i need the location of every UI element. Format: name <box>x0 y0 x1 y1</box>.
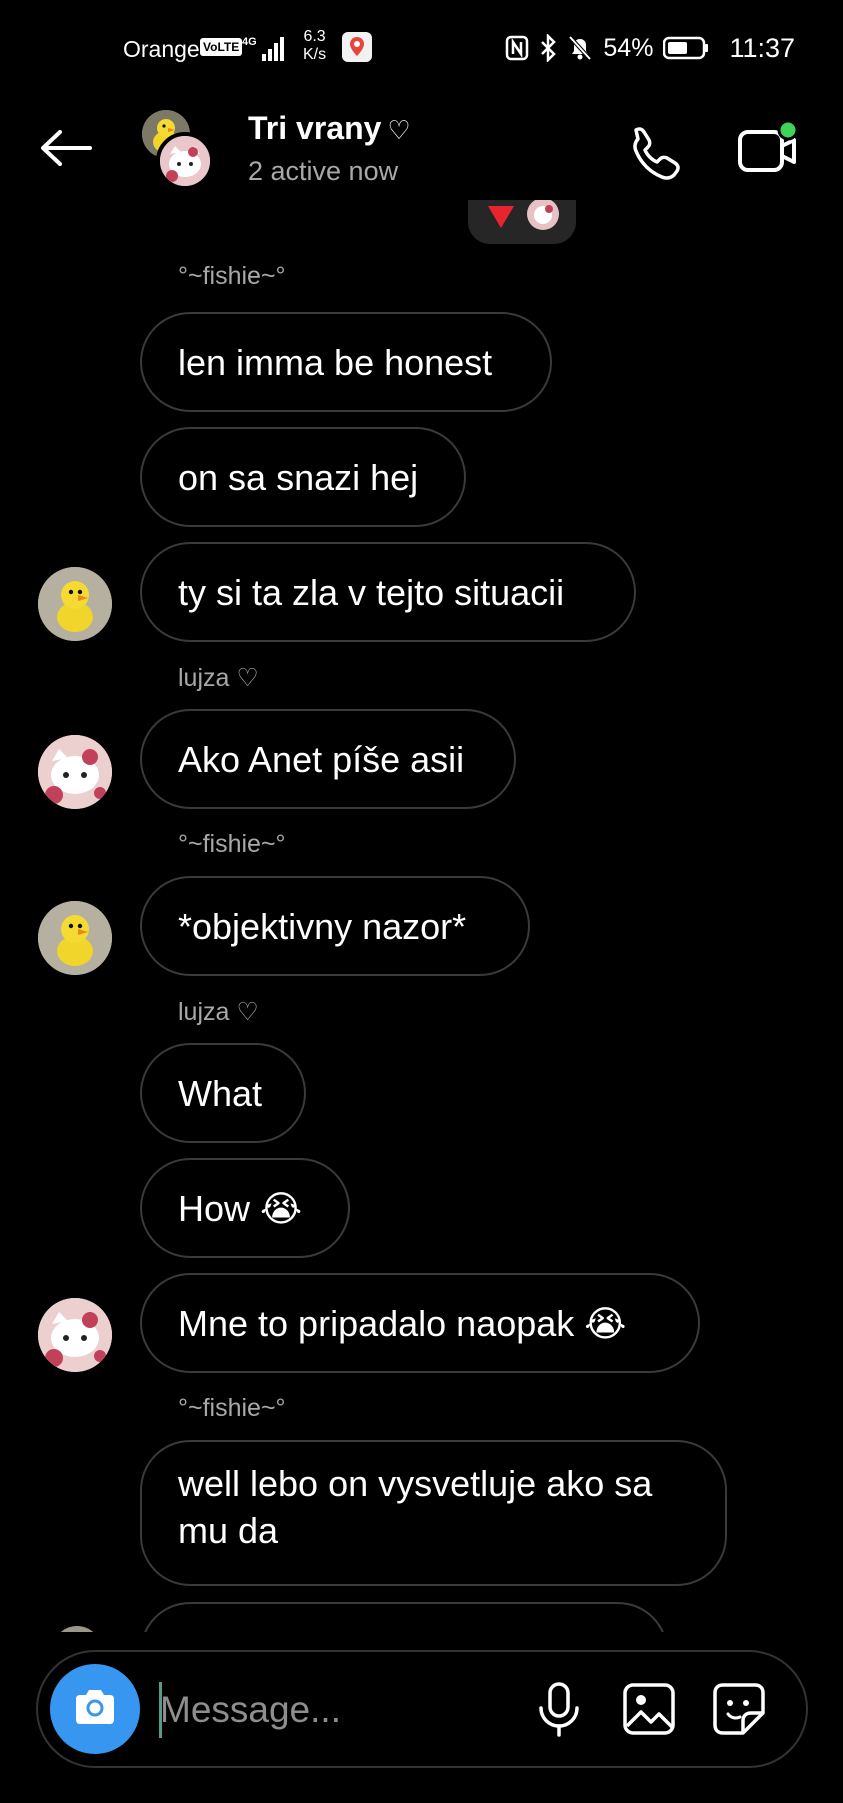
message-text: len imma be honest <box>178 341 493 383</box>
message-bubble[interactable]: len imma be honest <box>140 312 552 412</box>
message-bubble[interactable]: What <box>140 1043 306 1143</box>
message-list-clip <box>0 1598 843 1632</box>
battery-percent: 54% <box>603 33 654 62</box>
message-text: on sa snazi hej <box>178 456 419 498</box>
chat-title[interactable]: Tri vrany ♡ <box>248 110 411 147</box>
battery-icon <box>663 36 709 60</box>
status-right-group: 54% 11:37 <box>505 30 795 66</box>
image-icon <box>616 1683 682 1746</box>
active-status: 2 active now <box>248 156 399 186</box>
speed-unit: K/s <box>303 46 327 63</box>
sender-name: °~fishie~° <box>178 262 286 290</box>
camera-button[interactable] <box>50 1664 140 1754</box>
clock: 11:37 <box>729 32 795 63</box>
heart-icon: ♡ <box>387 115 411 145</box>
sticker-button[interactable] <box>706 1676 772 1742</box>
sender-name: lujza ♡ <box>178 664 259 692</box>
video-call-button[interactable] <box>736 118 802 184</box>
chat-screen: Orange VoLTE 4G 6.3 K/s 54% 11:37 Tri vr… <box>0 0 843 1803</box>
svg-text:4G: 4G <box>242 36 257 48</box>
sender-avatar-duck[interactable] <box>38 567 112 641</box>
message-bubble[interactable]: Mne to pripadalo naopak 😭 <box>140 1273 700 1373</box>
volte-badge: VoLTE <box>200 38 243 56</box>
message-bubble[interactable]: ty si ta zla v tejto situacii <box>140 542 636 642</box>
message-bubble[interactable]: on sa snazi hej <box>140 427 466 527</box>
message-composer <box>36 1650 808 1768</box>
speed-value: 6.3 <box>303 28 326 45</box>
voice-call-button[interactable] <box>622 122 684 184</box>
bluetooth-icon <box>539 34 557 62</box>
voice-message-button[interactable] <box>526 1676 592 1742</box>
message-text: Mne to pripadalo naopak 😭 <box>178 1302 627 1344</box>
reaction-pill[interactable] <box>468 198 576 244</box>
message-text: well lebo on vysvetluje ako sa mu da <box>178 1460 652 1554</box>
back-button[interactable] <box>36 120 96 180</box>
camera-icon <box>72 1687 118 1732</box>
sticker-icon <box>706 1683 772 1746</box>
partial-avatar <box>52 1626 102 1632</box>
signal-icon: 4G <box>242 34 288 62</box>
nfc-icon <box>505 35 529 61</box>
message-bubble[interactable]: Ako Anet píše asii <box>140 709 516 809</box>
sender-name: °~fishie~° <box>178 1394 286 1422</box>
sender-avatar-kitty[interactable] <box>38 1298 112 1372</box>
arrow-left-icon <box>38 128 94 173</box>
group-avatar[interactable] <box>138 110 216 190</box>
sender-name: lujza ♡ <box>178 998 259 1026</box>
message-text: *objektivny nazor* <box>178 905 467 947</box>
message-text-line: well lebo on vysvetluje ako sa <box>178 1463 653 1504</box>
message-text: What <box>178 1072 263 1114</box>
status-bar: Orange VoLTE 4G 6.3 K/s 54% 11:37 <box>0 0 843 100</box>
message-bubble[interactable]: How 😭 <box>140 1158 350 1258</box>
gallery-button[interactable] <box>616 1676 682 1742</box>
message-text: How 😭 <box>178 1187 303 1229</box>
chat-title-text: Tri vrany <box>248 110 382 146</box>
message-bubble[interactable]: *objektivny nazor* <box>140 876 530 976</box>
carrier-name: Orange <box>123 36 200 62</box>
maps-app-icon <box>342 32 372 62</box>
partial-message-bubble <box>140 1602 668 1632</box>
chat-header: Tri vrany ♡ 2 active now <box>0 100 843 210</box>
message-bubble[interactable]: well lebo on vysvetluje ako sa mu da <box>140 1440 727 1586</box>
reactor-avatar <box>526 198 560 239</box>
message-input[interactable] <box>158 1678 522 1742</box>
video-camera-icon <box>736 119 802 188</box>
mute-bell-icon <box>567 34 593 62</box>
message-text-line: mu da <box>178 1510 279 1551</box>
message-text: ty si ta zla v tejto situacii <box>178 571 565 613</box>
network-speed: 6.3 K/s <box>303 28 326 64</box>
sender-name: °~fishie~° <box>178 830 286 858</box>
heart-reaction-icon <box>484 206 518 237</box>
phone-icon <box>622 127 684 188</box>
online-dot <box>777 119 799 141</box>
microphone-icon <box>526 1682 592 1746</box>
message-text: Ako Anet píše asii <box>178 738 465 780</box>
avatar-kitty <box>156 132 214 190</box>
sender-avatar-kitty[interactable] <box>38 735 112 809</box>
sender-avatar-duck[interactable] <box>38 901 112 975</box>
